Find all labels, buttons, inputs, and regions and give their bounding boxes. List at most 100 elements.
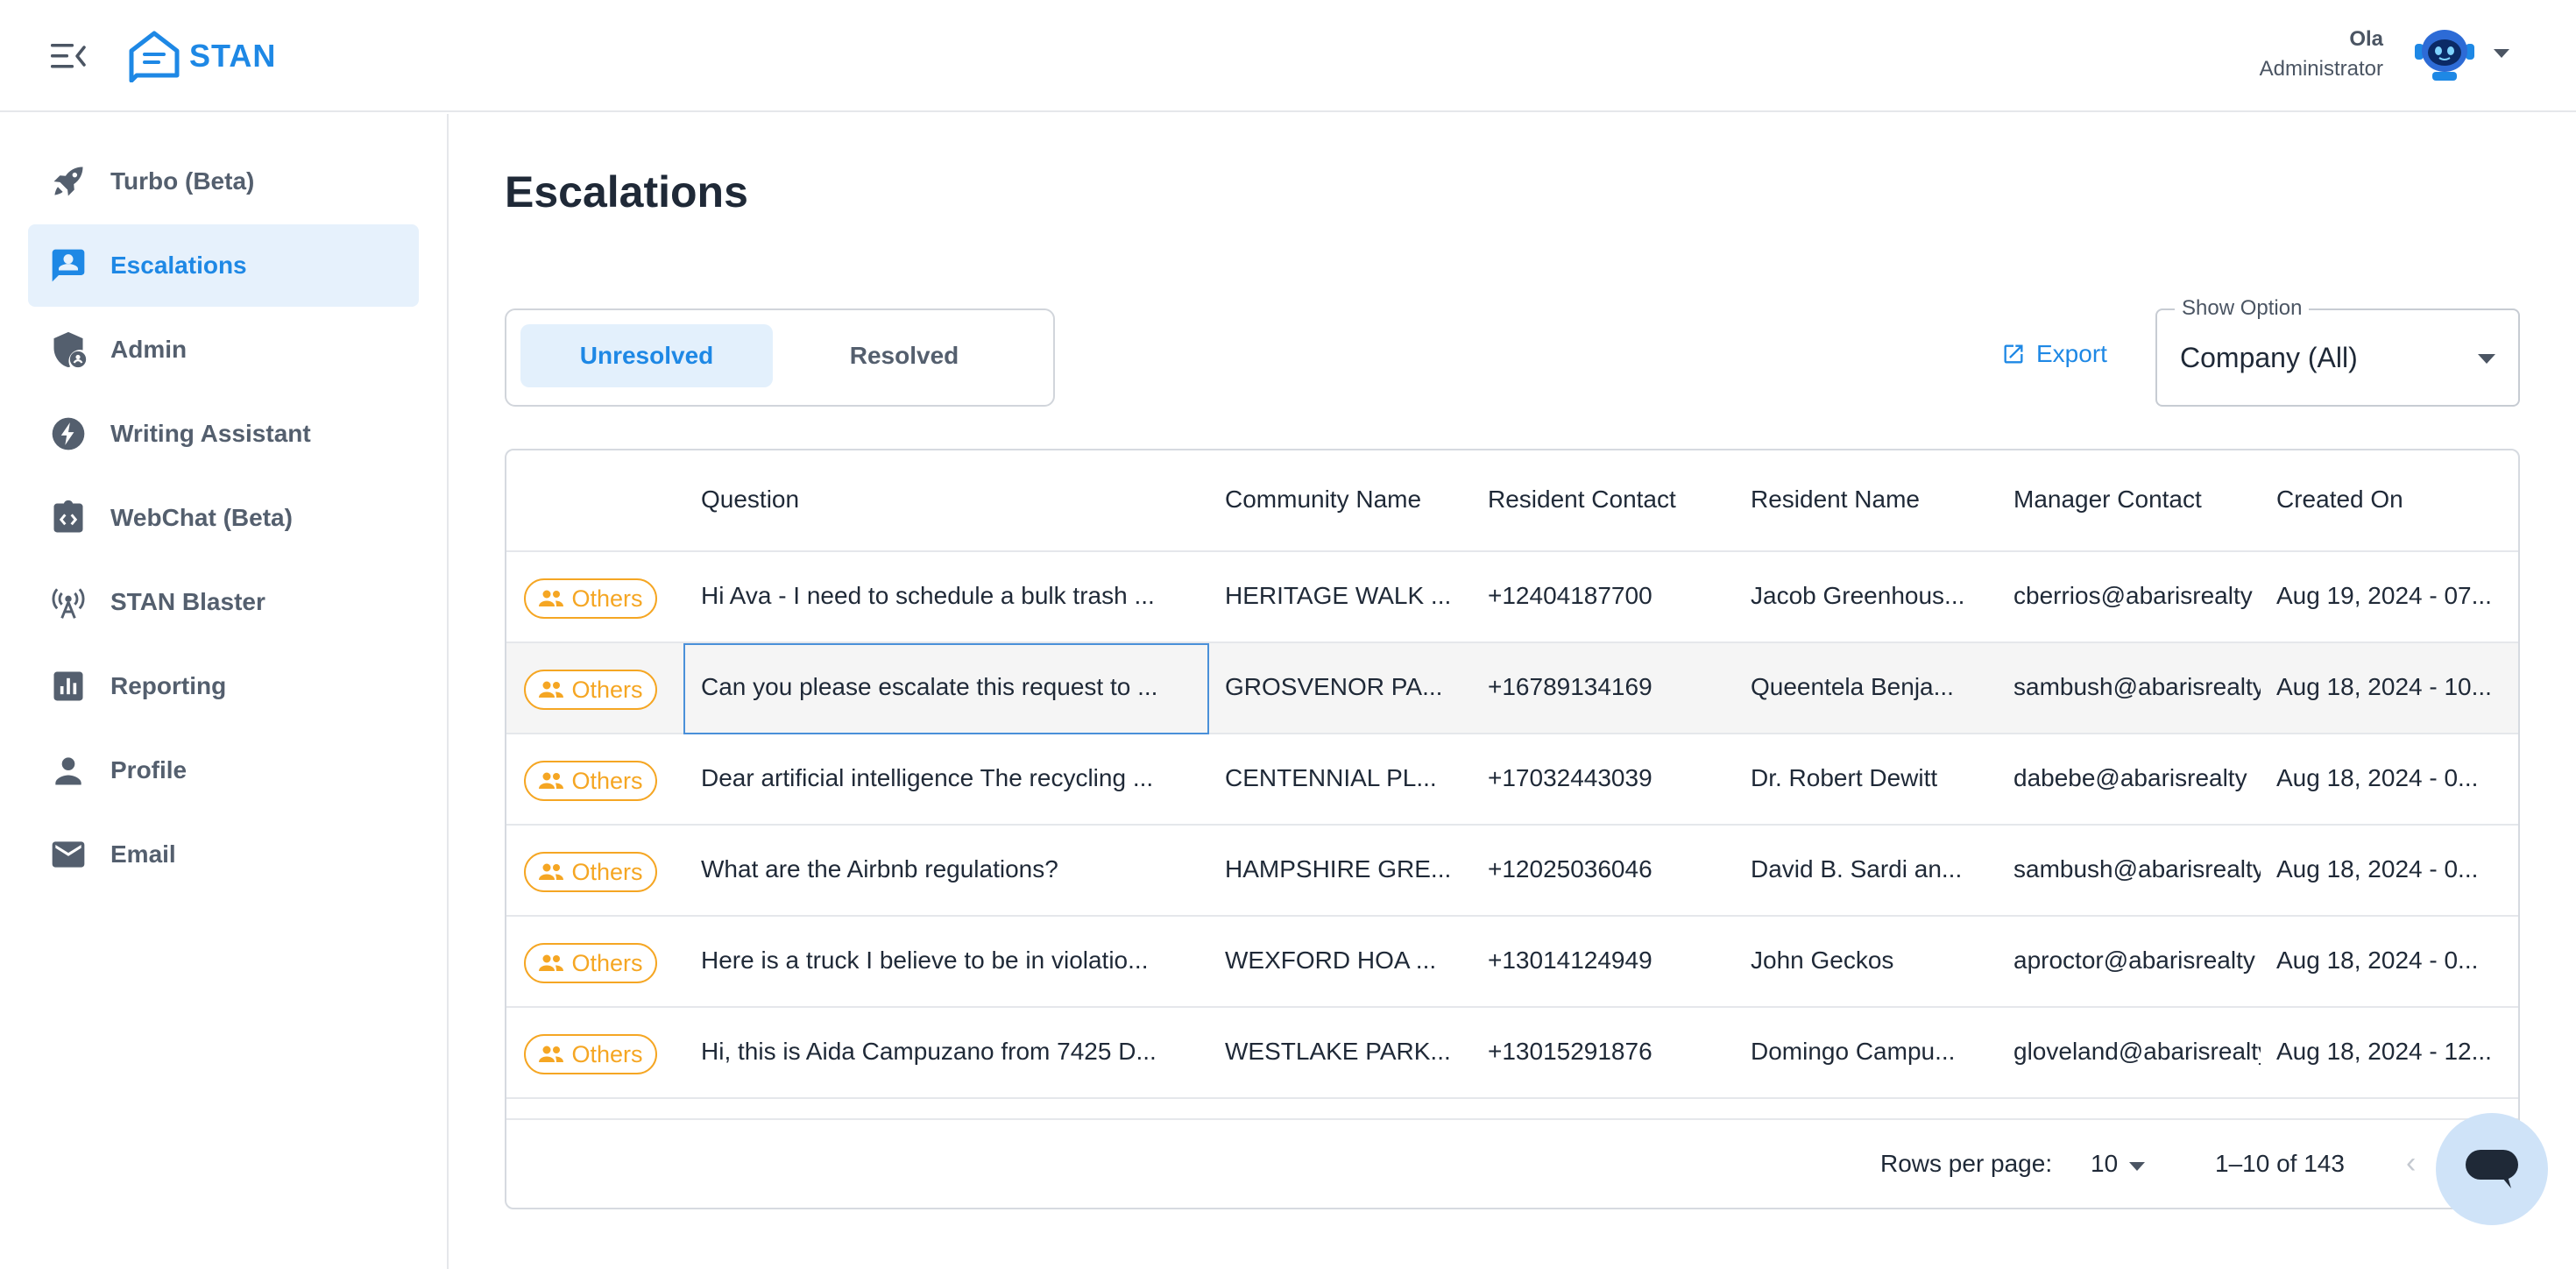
column-header-created-on[interactable]: Created On [2276, 486, 2403, 514]
table-pagination: Rows per page: 10 1–10 of 143 ‹ [506, 1118, 2518, 1208]
user-menu-caret-icon[interactable] [2494, 49, 2509, 58]
contact-card-icon [49, 246, 88, 285]
column-header-manager-contact[interactable]: Manager Contact [2013, 486, 2202, 514]
sidebar-item-label: Reporting [110, 672, 227, 699]
sidebar-item-reporting[interactable]: Reporting [28, 645, 419, 727]
cell-resident-name: John Geckos [1751, 946, 1894, 974]
show-option-select[interactable]: Show Option Company (All) [2155, 296, 2520, 407]
sidebar-item-email[interactable]: Email [28, 813, 419, 896]
cell-resident-contact: +16789134169 [1488, 673, 1652, 700]
rows-per-page-select[interactable]: 10 [2091, 1150, 2118, 1178]
cell-resident-name: David B. Sardi an... [1751, 855, 1963, 883]
menu-collapse-icon[interactable] [51, 40, 86, 72]
sidebar-item-stan-blaster[interactable]: STAN Blaster [28, 561, 419, 643]
sidebar-item-admin[interactable]: Admin [28, 308, 419, 391]
table-row[interactable]: Others Hi Ava - I need to schedule a bulk… [506, 552, 2518, 643]
cell-manager-contact: sambush@abarisrealty [2013, 673, 2261, 700]
status-tabs: Unresolved Resolved [505, 308, 1055, 407]
table-row[interactable]: Others Here is a truck I believe to be in… [506, 917, 2518, 1008]
chevron-left-icon[interactable]: ‹ [2406, 1146, 2416, 1180]
lightning-icon [49, 415, 88, 453]
table-header: Question Community Name Resident Contact… [506, 450, 2518, 552]
category-badge: Others [524, 852, 657, 892]
column-header-resident-name[interactable]: Resident Name [1751, 486, 1920, 514]
cell-manager-contact: cberrios@abarisrealty [2013, 582, 2253, 609]
group-icon [539, 681, 564, 698]
code-clipboard-icon [49, 499, 88, 537]
cell-community: GROSVENOR PA... [1225, 673, 1443, 700]
cell-community: HAMPSHIRE GRE... [1225, 855, 1452, 883]
group-icon [539, 954, 564, 971]
sidebar-item-turbo[interactable]: Turbo (Beta) [28, 140, 419, 223]
category-badge: Others [524, 1034, 657, 1074]
cell-created-on: Aug 18, 2024 - 0... [2276, 855, 2479, 883]
cell-resident-name: Jacob Greenhous... [1751, 582, 1965, 609]
mail-icon [49, 835, 88, 874]
bar-chart-icon [49, 667, 88, 705]
category-label: Others [571, 1040, 643, 1067]
tab-unresolved[interactable]: Unresolved [520, 324, 773, 387]
column-header-question[interactable]: Question [701, 486, 799, 514]
export-label: Export [2036, 340, 2107, 367]
user-role: Administrator [2259, 57, 2383, 81]
show-option-value: Company (All) [2180, 342, 2358, 373]
page-title: Escalations [505, 167, 748, 216]
cell-created-on: Aug 18, 2024 - 0... [2276, 946, 2479, 974]
category-label: Others [571, 676, 643, 703]
sidebar-item-label: Email [110, 840, 176, 868]
cell-created-on: Aug 18, 2024 - 0... [2276, 764, 2479, 791]
group-icon [539, 1046, 564, 1062]
person-icon [49, 751, 88, 790]
tab-resolved[interactable]: Resolved [778, 324, 1030, 387]
cell-created-on: Aug 19, 2024 - 07... [2276, 582, 2492, 609]
cell-resident-name: Queentela Benja... [1751, 673, 1954, 700]
logo-house-chat-icon [129, 31, 180, 82]
chevron-down-icon [2478, 354, 2495, 364]
rows-per-page-label: Rows per page: [1880, 1150, 2053, 1177]
robot-avatar-icon [2415, 30, 2474, 81]
sidebar-item-label: Writing Assistant [110, 420, 311, 447]
cell-question: Hi Ava - I need to schedule a bulk trash… [701, 582, 1155, 609]
cell-resident-contact: +12404187700 [1488, 582, 1652, 609]
column-header-community[interactable]: Community Name [1225, 486, 1421, 514]
table-row[interactable]: Others Hi, this is Aida Campuzano from 74… [506, 1008, 2518, 1099]
category-label: Others [571, 585, 643, 612]
cell-question: What are the Airbnb regulations? [701, 855, 1058, 883]
column-header-resident-contact[interactable]: Resident Contact [1488, 486, 1676, 514]
chat-widget-button[interactable] [2436, 1113, 2548, 1225]
category-badge: Others [524, 578, 657, 619]
category-badge: Others [524, 761, 657, 801]
cell-resident-contact: +13014124949 [1488, 946, 1652, 974]
cell-question: Hi, this is Aida Campuzano from 7425 D..… [701, 1038, 1157, 1065]
sidebar-item-escalations[interactable]: Escalations [28, 224, 419, 307]
chevron-down-icon[interactable] [2129, 1162, 2145, 1171]
sidebar-item-writing-assistant[interactable]: Writing Assistant [28, 393, 419, 475]
user-info[interactable]: Ola Administrator [2260, 25, 2383, 84]
table-row[interactable]: Others What are the Airbnb regulations? HA… [506, 826, 2518, 917]
cell-created-on: Aug 18, 2024 - 12... [2276, 1038, 2492, 1065]
cell-manager-contact: sambush@abarisrealty [2013, 855, 2261, 883]
group-icon [539, 590, 564, 606]
category-label: Others [571, 949, 643, 976]
show-option-label: Show Option [2175, 296, 2310, 321]
cell-manager-contact: gloveland@abarisrealty [2013, 1038, 2261, 1065]
table-row[interactable]: Others Can you please escalate this reque… [506, 643, 2518, 734]
user-name: Ola [2349, 27, 2383, 51]
avatar[interactable] [2411, 25, 2478, 82]
cell-community: WEXFORD HOA ... [1225, 946, 1437, 974]
group-icon [539, 772, 564, 789]
category-badge: Others [524, 670, 657, 710]
app-logo[interactable]: STAN [128, 30, 276, 82]
sidebar-item-label: Profile [110, 756, 188, 783]
cell-resident-contact: +17032443039 [1488, 764, 1652, 791]
broadcast-tower-icon [49, 583, 88, 621]
category-label: Others [571, 858, 643, 885]
export-button[interactable]: Export [2001, 340, 2107, 368]
sidebar-item-profile[interactable]: Profile [28, 729, 419, 812]
sidebar-item-label: WebChat (Beta) [110, 504, 293, 531]
sidebar-item-label: STAN Blaster [110, 588, 265, 615]
category-label: Others [571, 767, 643, 794]
sidebar-item-webchat[interactable]: WebChat (Beta) [28, 477, 419, 559]
table-row[interactable]: Others Dear artificial intelligence The r… [506, 734, 2518, 826]
cell-community: CENTENNIAL PL... [1225, 764, 1437, 791]
